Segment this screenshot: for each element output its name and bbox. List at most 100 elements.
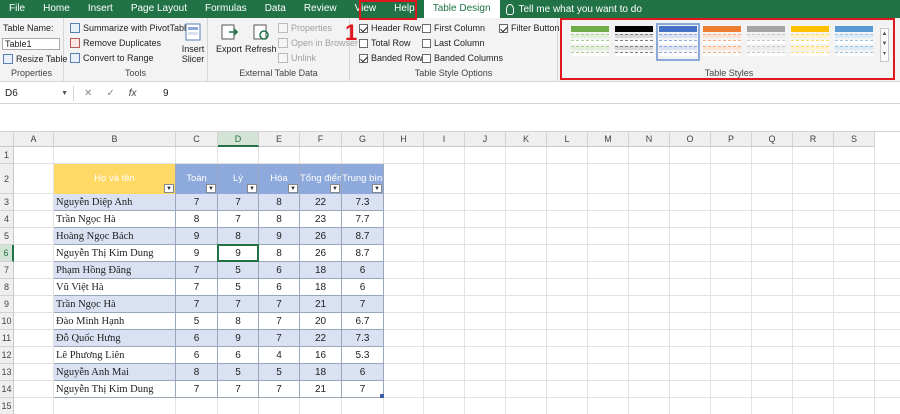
convert-to-range-button[interactable]: Convert to Range <box>70 53 154 63</box>
summarize-pivottable-button[interactable]: Summarize with PivotTable <box>70 23 191 33</box>
row-header[interactable]: 8 <box>0 279 14 296</box>
column-header[interactable]: N <box>629 132 670 147</box>
row-header[interactable]: 7 <box>0 262 14 279</box>
export-button[interactable]: Export <box>216 22 242 54</box>
active-cell-selection[interactable] <box>217 244 259 262</box>
score-cell[interactable]: 22 <box>300 330 342 347</box>
score-cell[interactable]: 6 <box>259 279 300 296</box>
score-cell[interactable]: 7 <box>176 381 218 398</box>
student-name-cell[interactable]: Trần Ngọc Hà <box>54 296 176 313</box>
row-header[interactable]: 2 <box>0 164 14 194</box>
name-box[interactable]: D6 ▼ <box>2 86 74 101</box>
total-row-checkbox[interactable] <box>359 38 368 48</box>
score-cell[interactable]: 9 <box>218 330 259 347</box>
first-column-option[interactable]: First Column <box>422 23 485 33</box>
score-cell[interactable]: 23 <box>300 211 342 228</box>
column-header[interactable]: C <box>176 132 218 147</box>
row-header[interactable]: 4 <box>0 211 14 228</box>
score-cell[interactable]: 5 <box>259 364 300 381</box>
score-cell[interactable]: 6.7 <box>342 313 384 330</box>
score-cell[interactable]: 7 <box>259 296 300 313</box>
score-cell[interactable]: 18 <box>300 364 342 381</box>
row-header[interactable]: 9 <box>0 296 14 313</box>
tell-me-search[interactable]: Tell me what you want to do <box>505 3 642 15</box>
filter-dropdown-icon[interactable]: ▼ <box>247 184 257 193</box>
score-cell[interactable]: 5 <box>176 313 218 330</box>
column-header[interactable]: M <box>588 132 629 147</box>
column-header[interactable]: R <box>793 132 834 147</box>
filter-dropdown-icon[interactable]: ▼ <box>330 184 340 193</box>
formula-input[interactable]: 9 <box>163 86 169 101</box>
score-cell[interactable]: 4 <box>259 347 300 364</box>
score-cell[interactable]: 8 <box>218 228 259 245</box>
filter-dropdown-icon[interactable]: ▼ <box>164 184 174 193</box>
student-name-cell[interactable]: Phạm Hồng Đăng <box>54 262 176 279</box>
column-header[interactable]: A <box>14 132 54 147</box>
enter-icon[interactable]: ✓ <box>106 86 114 101</box>
menu-home[interactable]: Home <box>34 0 79 18</box>
score-cell[interactable]: 9 <box>176 245 218 262</box>
score-cell[interactable]: 8 <box>259 194 300 211</box>
menu-formulas[interactable]: Formulas <box>196 0 256 18</box>
student-name-cell[interactable]: Đào Minh Hạnh <box>54 313 176 330</box>
row-header[interactable]: 1 <box>0 147 14 164</box>
last-column-checkbox[interactable] <box>422 38 431 48</box>
name-box-dropdown-icon[interactable]: ▼ <box>61 86 68 101</box>
column-header[interactable]: L <box>547 132 588 147</box>
column-header[interactable]: Q <box>752 132 793 147</box>
score-cell[interactable]: 7 <box>218 381 259 398</box>
refresh-button[interactable]: Refresh <box>245 22 277 54</box>
score-cell[interactable]: 7 <box>176 194 218 211</box>
column-header[interactable]: J <box>465 132 506 147</box>
menu-page-layout[interactable]: Page Layout <box>122 0 196 18</box>
score-cell[interactable]: 5 <box>218 262 259 279</box>
row-header[interactable]: 13 <box>0 364 14 381</box>
remove-duplicates-button[interactable]: Remove Duplicates <box>70 38 161 48</box>
score-cell[interactable]: 9 <box>176 228 218 245</box>
score-cell[interactable]: 7 <box>342 381 384 398</box>
filter-dropdown-icon[interactable]: ▼ <box>372 184 382 193</box>
filter-button-checkbox[interactable] <box>499 23 508 33</box>
score-cell[interactable]: 21 <box>300 296 342 313</box>
menu-file[interactable]: File <box>0 0 34 18</box>
filter-dropdown-icon[interactable]: ▼ <box>206 184 216 193</box>
student-name-cell[interactable]: Nguyễn Thị Kim Dung <box>54 245 176 262</box>
column-header[interactable]: E <box>259 132 300 147</box>
first-column-checkbox[interactable] <box>422 23 431 33</box>
select-all-corner[interactable] <box>0 132 14 147</box>
row-header[interactable]: 11 <box>0 330 14 347</box>
score-cell[interactable]: 7 <box>176 262 218 279</box>
score-cell[interactable]: 21 <box>300 381 342 398</box>
row-header[interactable]: 6 <box>0 245 14 262</box>
student-name-cell[interactable]: Nguyễn Thị Kim Dung <box>54 381 176 398</box>
student-name-cell[interactable]: Lê Phương Liên <box>54 347 176 364</box>
banded-columns-option[interactable]: Banded Columns <box>422 53 503 63</box>
score-cell[interactable]: 7 <box>218 296 259 313</box>
student-name-cell[interactable]: Trần Ngọc Hà <box>54 211 176 228</box>
score-cell[interactable]: 8.7 <box>342 228 384 245</box>
menu-data[interactable]: Data <box>256 0 295 18</box>
insert-function-icon[interactable]: fx <box>129 86 137 101</box>
score-cell[interactable]: 7 <box>218 211 259 228</box>
student-name-cell[interactable]: Đỗ Quốc Hưng <box>54 330 176 347</box>
student-name-cell[interactable]: Nguyễn Diệp Anh <box>54 194 176 211</box>
score-cell[interactable]: 6 <box>176 347 218 364</box>
table-name-input[interactable]: Table1 <box>2 38 60 50</box>
score-cell[interactable]: 8.7 <box>342 245 384 262</box>
score-cell[interactable]: 16 <box>300 347 342 364</box>
score-cell[interactable]: 6 <box>259 262 300 279</box>
score-cell[interactable]: 7 <box>342 296 384 313</box>
score-cell[interactable]: 7 <box>176 296 218 313</box>
student-name-cell[interactable]: Vũ Việt Hà <box>54 279 176 296</box>
header-row-option[interactable]: Header Row <box>359 23 421 33</box>
score-cell[interactable]: 7 <box>218 194 259 211</box>
column-header[interactable]: P <box>711 132 752 147</box>
banded-rows-option[interactable]: Banded Rows <box>359 53 427 63</box>
row-header[interactable]: 14 <box>0 381 14 398</box>
student-name-cell[interactable]: Hoàng Ngọc Bách <box>54 228 176 245</box>
score-cell[interactable]: 7.7 <box>342 211 384 228</box>
row-header[interactable]: 10 <box>0 313 14 330</box>
banded-columns-checkbox[interactable] <box>422 53 431 63</box>
score-cell[interactable]: 7.3 <box>342 330 384 347</box>
score-cell[interactable]: 7 <box>176 279 218 296</box>
